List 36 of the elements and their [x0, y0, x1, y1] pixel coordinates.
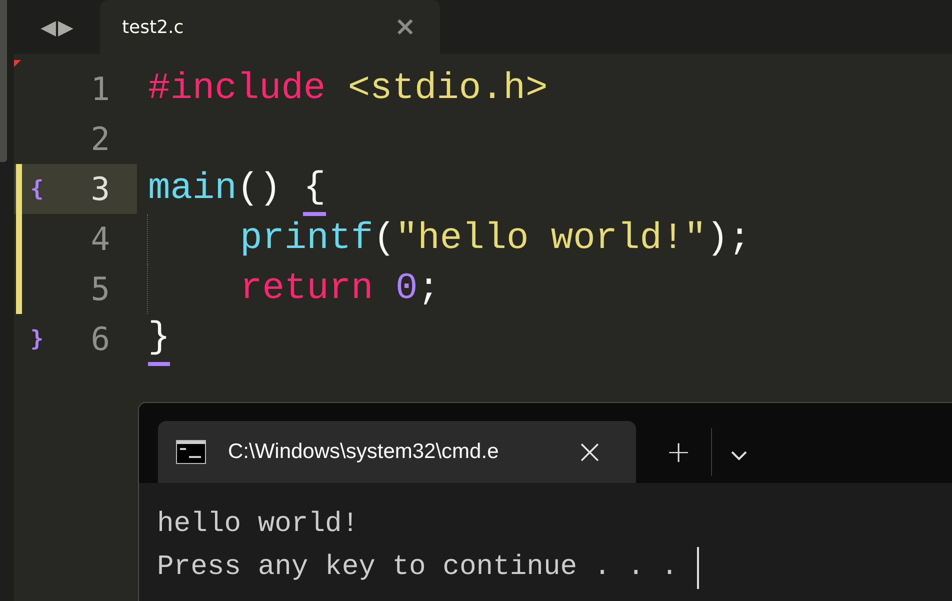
- close-button[interactable]: ×: [576, 435, 604, 469]
- terminal-output: Press any key to continue . . .: [157, 551, 678, 585]
- code-token: main: [148, 167, 237, 212]
- text-cursor: [696, 546, 699, 588]
- code-token: (: [373, 217, 396, 262]
- code-token: );: [706, 217, 751, 262]
- code-token: return: [240, 267, 374, 312]
- line-number: 1: [90, 70, 110, 108]
- code-token: "hello world!": [395, 217, 706, 262]
- next-arrow[interactable]: ▶: [58, 15, 74, 39]
- bracket-marker: }: [30, 326, 44, 352]
- code-token: <stdio.h>: [346, 67, 548, 112]
- line-number: 5: [90, 270, 110, 308]
- close-button[interactable]: ×: [394, 12, 416, 42]
- line-number: 4: [90, 220, 110, 258]
- code-token: ;: [418, 267, 440, 312]
- terminal-tab[interactable]: C:\Windows\system32\cmd.e ×: [158, 421, 636, 483]
- code-token: }: [148, 316, 170, 366]
- previous-arrow[interactable]: ◀: [40, 15, 56, 39]
- fold-mark: [14, 60, 21, 67]
- terminal-icon: [176, 440, 206, 464]
- code-token: printf: [240, 217, 374, 262]
- new-tab-button[interactable]: +: [666, 434, 692, 470]
- line-number: 2: [90, 120, 110, 158]
- file-tab[interactable]: test2.c ×: [100, 0, 440, 54]
- line-number: 3: [90, 170, 110, 208]
- code-token: #include: [148, 67, 326, 112]
- code-token: (): [236, 167, 282, 212]
- line-number: 6: [90, 320, 110, 358]
- terminal-output: hello world!: [157, 508, 359, 542]
- tab-title: test2.c: [122, 16, 184, 38]
- code-token: 0: [394, 267, 418, 312]
- tab-title: C:\Windows\system32\cmd.e: [228, 440, 500, 464]
- scrollbar[interactable]: [0, 0, 7, 162]
- bracket-marker: {: [30, 176, 44, 202]
- code-token: {: [303, 166, 326, 216]
